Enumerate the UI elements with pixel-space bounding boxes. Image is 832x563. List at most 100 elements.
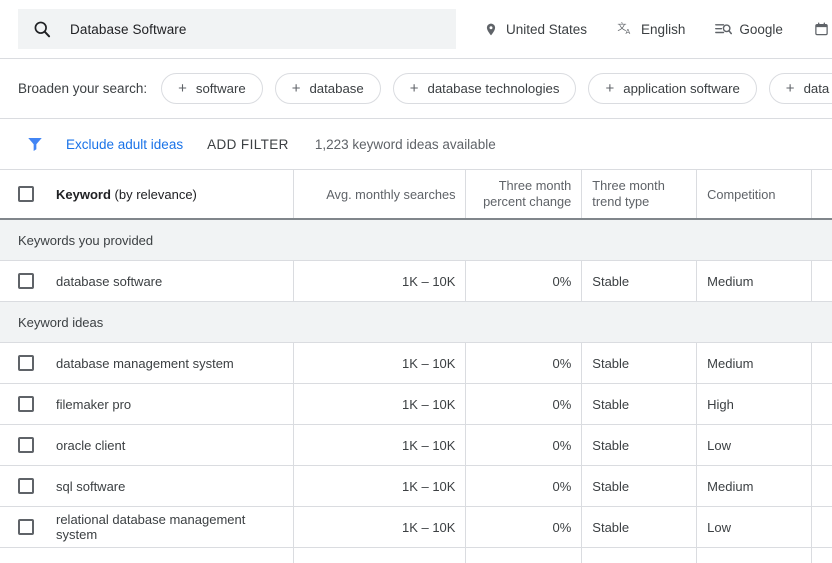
th-end-spacer [811, 170, 832, 218]
section-header-provided: Keywords you provided [0, 220, 832, 261]
row-checkbox[interactable] [18, 273, 34, 289]
th-keyword-sub: (by relevance) [110, 186, 197, 202]
exclude-adult-ideas-link[interactable]: Exclude adult ideas [66, 137, 183, 152]
cell-keyword: filemaker pro [0, 384, 293, 424]
table-row[interactable]: database software 1K – 10K 0% Stable Med… [0, 261, 832, 302]
filter-funnel-icon[interactable] [26, 135, 44, 153]
broaden-search-bar: Broaden your search: + software + databa… [0, 59, 832, 119]
cell-competition: Low [696, 507, 811, 547]
plus-icon: + [785, 80, 795, 97]
add-filter-button[interactable]: ADD FILTER [207, 137, 289, 152]
broaden-chip-software[interactable]: + software [161, 73, 263, 104]
search-icon [32, 19, 52, 39]
cell-pct-change: 0% [465, 343, 581, 383]
broaden-chip-database[interactable]: + database [274, 73, 381, 104]
cell-keyword: database management system [0, 343, 293, 383]
cell-competition: Medium [696, 261, 811, 301]
chip-label: database [309, 81, 364, 96]
cell-competition: High [696, 384, 811, 424]
language-option[interactable]: 文 A English [617, 21, 685, 38]
cell-pct-change: 0% [465, 507, 581, 547]
th-keyword-label: Keyword (by relevance) [56, 187, 197, 202]
broaden-chip-database-technologies[interactable]: + database technologies [392, 73, 577, 104]
keyword-ideas-table: Keyword (by relevance) Avg. monthly sear… [0, 169, 832, 563]
cell-end-spacer [811, 548, 832, 563]
keyword-text: oracle client [56, 437, 126, 453]
cell-end-spacer [811, 507, 832, 547]
select-all-checkbox[interactable] [18, 186, 34, 202]
plus-icon: + [178, 80, 187, 97]
table-row[interactable]: database management system 1K – 10K 0% S… [0, 343, 832, 384]
row-checkbox[interactable] [18, 396, 34, 412]
cell-trend-type: Stable [581, 343, 696, 383]
th-competition[interactable]: Competition [696, 170, 811, 218]
translate-icon: 文 A [617, 21, 634, 38]
cell-keyword: oracle client [0, 425, 293, 465]
cell-pct-change [465, 548, 581, 563]
location-pin-icon [482, 21, 499, 38]
search-input[interactable]: Database Software [18, 9, 456, 49]
cell-trend-type [581, 548, 696, 563]
chip-label: software [195, 81, 246, 96]
table-row[interactable]: oracle client 1K – 10K 0% Stable Low [0, 425, 832, 466]
row-checkbox[interactable] [18, 437, 34, 453]
cell-trend-type: Stable [581, 261, 696, 301]
th-three-month-percent-change[interactable]: Three month percent change [465, 170, 581, 218]
th-keyword: Keyword (by relevance) [0, 170, 293, 218]
cell-pct-change: 0% [465, 261, 581, 301]
search-network-option[interactable]: Google [715, 21, 783, 38]
chip-label: application software [623, 81, 740, 96]
row-checkbox[interactable] [18, 355, 34, 371]
chip-label: database technologies [427, 81, 560, 96]
location-option[interactable]: United States [482, 21, 587, 38]
cell-competition: Medium [696, 466, 811, 506]
cell-end-spacer [811, 384, 832, 424]
language-label: English [641, 21, 686, 37]
row-checkbox[interactable] [18, 519, 34, 535]
keyword-text: database software [56, 273, 163, 289]
search-network-label: Google [739, 21, 783, 37]
cell-trend-type: Stable [581, 466, 696, 506]
cell-end-spacer [811, 343, 832, 383]
broaden-chip-list: + software + database + database technol… [161, 73, 832, 104]
keyword-text: database management system [56, 355, 234, 371]
section-header-ideas: Keyword ideas [0, 302, 832, 343]
th-three-month-trend-type[interactable]: Three month trend type [581, 170, 696, 218]
keyword-text: filemaker pro [56, 396, 132, 412]
plus-icon: + [409, 80, 419, 97]
date-range-option[interactable]: Sep 2 [813, 21, 832, 38]
cell-avg-searches: 1K – 10K [292, 507, 466, 547]
table-row[interactable] [0, 548, 832, 563]
chip-label: data management [803, 81, 832, 96]
cell-trend-type: Stable [581, 507, 696, 547]
cell-end-spacer [811, 261, 832, 301]
table-row[interactable]: relational database management system 1K… [0, 507, 832, 548]
cell-avg-searches [292, 548, 466, 563]
cell-keyword: relational database management system [0, 507, 293, 547]
broaden-chip-application-software[interactable]: + application software [588, 73, 757, 104]
broaden-chip-data-management[interactable]: + data management [768, 73, 832, 104]
cell-keyword [0, 548, 293, 563]
row-checkbox[interactable] [18, 478, 34, 494]
cell-pct-change: 0% [465, 384, 581, 424]
cell-trend-type: Stable [581, 384, 696, 424]
cell-pct-change: 0% [465, 466, 581, 506]
table-row[interactable]: sql software 1K – 10K 0% Stable Medium [0, 466, 832, 507]
th-avg-monthly-searches[interactable]: Avg. monthly searches [292, 170, 466, 218]
broaden-label: Broaden your search: [18, 81, 148, 96]
cell-keyword: sql software [0, 466, 293, 506]
svg-text:A: A [626, 28, 631, 36]
location-label: United States [506, 21, 588, 37]
cell-competition: Low [696, 425, 811, 465]
cell-end-spacer [811, 425, 832, 465]
cell-avg-searches: 1K – 10K [292, 343, 466, 383]
calendar-icon [813, 21, 830, 38]
search-value: Database Software [70, 21, 187, 37]
plus-icon: + [291, 80, 301, 97]
keyword-ideas-count: 1,223 keyword ideas available [314, 136, 496, 152]
table-row[interactable]: filemaker pro 1K – 10K 0% Stable High [0, 384, 832, 425]
top-options: United States 文 A English Google [482, 21, 832, 38]
table-header-row: Keyword (by relevance) Avg. monthly sear… [0, 169, 832, 220]
keyword-text: relational database management system [56, 512, 246, 542]
cell-avg-searches: 1K – 10K [292, 425, 466, 465]
